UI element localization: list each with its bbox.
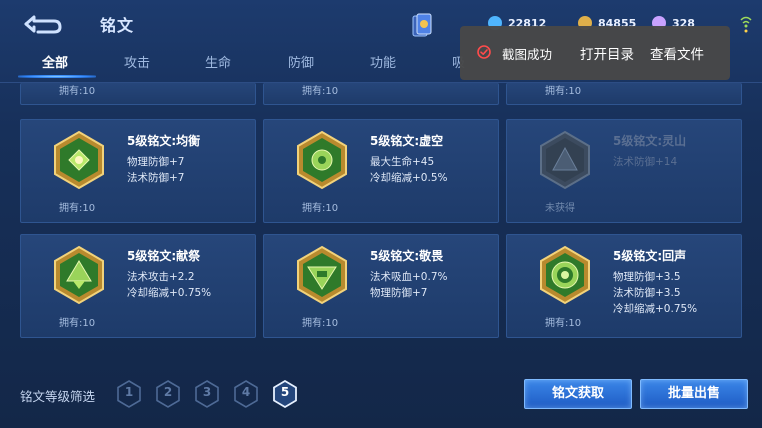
inscription-name: 5级铭文:回声 [613, 249, 687, 263]
owned-count: 拥有:10 [59, 203, 96, 214]
level-number: 4 [241, 385, 251, 399]
inscription-emblem-icon [540, 130, 590, 190]
level-filter-5[interactable]: 5 [272, 380, 298, 408]
inscription-grid: 拥有:10 拥有:10 拥有:10 5级铭文:均衡 物理防御+7 法术防御+7 … [0, 83, 762, 368]
page-title: 铭文 [100, 16, 135, 35]
level-number: 2 [163, 385, 173, 399]
level-filter-2[interactable]: 2 [155, 380, 181, 408]
inscription-stat: 冷却缩减+0.5% [370, 172, 448, 184]
inscription-stat: 物理防御+7 [370, 287, 428, 299]
screenshot-toast: 截图成功 打开目录 查看文件 [460, 26, 730, 80]
inscription-name: 5级铭文:献祭 [127, 249, 201, 263]
tab-all[interactable]: 全部 [42, 52, 68, 71]
inscription-card-balance[interactable]: 5级铭文:均衡 物理防御+7 法术防御+7 拥有:10 [20, 119, 256, 223]
inscription-stat: 法术防御+7 [127, 172, 185, 184]
bulk-sell-button[interactable]: 批量出售 [640, 379, 748, 409]
owned-count: 未获得 [545, 203, 575, 214]
owned-count: 拥有:10 [59, 318, 96, 329]
inscription-card-awe[interactable]: 5级铭文:敬畏 法术吸血+0.7% 物理防御+7 拥有:10 [263, 234, 499, 338]
owned-count: 拥有:10 [302, 203, 339, 214]
inscription-card-echo[interactable]: 5级铭文:回声 物理防御+3.5 法术防御+3.5 冷却缩减+0.75% 拥有:… [506, 234, 742, 338]
owned-count: 拥有:10 [302, 318, 339, 329]
inscription-name: 5级铭文:虚空 [370, 134, 444, 148]
inscription-stat: 冷却缩减+0.75% [613, 303, 698, 315]
inscription-stat: 最大生命+45 [370, 156, 435, 168]
toast-message: 截图成功 [502, 47, 553, 62]
owned-count: 拥有:10 [545, 318, 582, 329]
back-arrow-icon [24, 15, 62, 34]
inscription-name: 5级铭文:灵山 [613, 134, 687, 148]
back-button[interactable] [22, 12, 64, 36]
acquire-inscription-button[interactable]: 铭文获取 [524, 379, 632, 409]
level-filter-label: 铭文等级筛选 [20, 389, 96, 404]
level-filter-3[interactable]: 3 [194, 380, 220, 408]
owned-count: 拥有:10 [302, 86, 339, 97]
inscription-stat: 法术攻击+2.2 [127, 271, 195, 283]
inscription-card-sacrifice[interactable]: 5级铭文:献祭 法术攻击+2.2 冷却缩减+0.75% 拥有:10 [20, 234, 256, 338]
check-circle-icon [477, 45, 491, 59]
wifi-icon [740, 16, 752, 33]
tab-function[interactable]: 功能 [370, 52, 396, 71]
owned-count: 拥有:10 [545, 86, 582, 97]
inscription-stat: 法术防御+3.5 [613, 287, 681, 299]
bottom-bar: 铭文等级筛选 1 2 3 4 5 铭文获取 批量出售 [0, 370, 762, 428]
inscription-card-void[interactable]: 5级铭文:虚空 最大生命+45 冷却缩减+0.5% 拥有:10 [263, 119, 499, 223]
inscription-card-spirit-mountain[interactable]: 5级铭文:灵山 法术防御+14 未获得 [506, 119, 742, 223]
inscription-card[interactable]: 拥有:10 [20, 83, 256, 105]
open-directory-link[interactable]: 打开目录 [580, 43, 634, 63]
inscription-emblem-icon [297, 245, 347, 305]
inscription-card[interactable]: 拥有:10 [506, 83, 742, 105]
owned-count: 拥有:10 [59, 86, 96, 97]
active-tab-indicator [18, 75, 96, 78]
inscription-card[interactable]: 拥有:10 [263, 83, 499, 105]
inscription-stat: 物理防御+7 [127, 156, 185, 168]
tab-defense[interactable]: 防御 [288, 52, 314, 71]
inscription-screen: 铭文 22812 84855 328 全部 攻击 生命 防御 功能 吸 拥有:1… [0, 0, 762, 428]
level-filter-4[interactable]: 4 [233, 380, 259, 408]
inscription-emblem-icon [297, 130, 347, 190]
tab-health[interactable]: 生命 [205, 52, 231, 71]
level-number: 5 [280, 385, 290, 399]
inscription-emblem-icon [54, 130, 104, 190]
level-number: 1 [124, 385, 134, 399]
inscription-name: 5级铭文:均衡 [127, 134, 201, 148]
tab-attack[interactable]: 攻击 [124, 52, 150, 71]
inscription-stat: 物理防御+3.5 [613, 271, 681, 283]
inscription-stat: 冷却缩减+0.75% [127, 287, 212, 299]
level-number: 3 [202, 385, 212, 399]
view-file-link[interactable]: 查看文件 [650, 43, 704, 63]
inscription-stat: 法术吸血+0.7% [370, 271, 448, 283]
level-filter-1[interactable]: 1 [116, 380, 142, 408]
inscription-emblem-icon [540, 245, 590, 305]
inscription-emblem-icon [54, 245, 104, 305]
inscription-cards-icon[interactable] [410, 12, 434, 40]
inscription-stat: 法术防御+14 [613, 156, 678, 168]
inscription-name: 5级铭文:敬畏 [370, 249, 444, 263]
